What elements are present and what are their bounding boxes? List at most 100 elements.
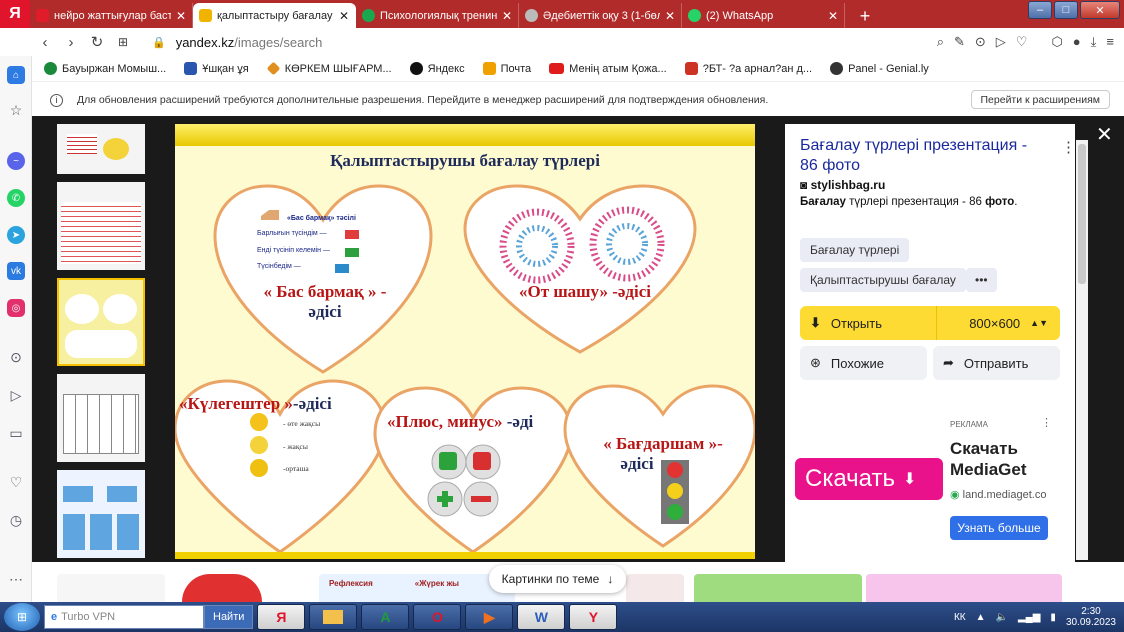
forward-icon[interactable]: › — [58, 34, 84, 51]
ad-image[interactable]: Скачать ⬇ — [795, 458, 943, 500]
edit-icon[interactable]: ✎ — [954, 34, 965, 50]
tray-arrow-icon[interactable]: ▲ — [976, 612, 986, 623]
tabs-grid-icon[interactable]: ⊞ — [110, 35, 136, 49]
ad-menu-icon[interactable]: ⋮ — [1041, 416, 1052, 429]
related-image-1[interactable] — [57, 574, 165, 602]
word-icon[interactable]: W — [517, 604, 566, 630]
telegram-icon[interactable]: ➤ — [7, 226, 25, 244]
source-link[interactable]: ◙ stylishbag.ru — [800, 178, 885, 192]
language-indicator[interactable]: КК — [954, 612, 966, 623]
play-icon[interactable]: ▷ — [996, 34, 1006, 50]
bookmark-5[interactable]: Почта — [482, 62, 531, 75]
advertisement[interactable]: РЕКЛАМА ⋮ Скачать MediaGet Скачать ⬇ ◉ la… — [795, 410, 1065, 544]
avatar-icon[interactable]: ● — [1073, 34, 1081, 50]
bookmark-8[interactable]: Panel - Genial.ly — [830, 62, 929, 75]
cube-icon[interactable]: ⬡ — [1051, 34, 1062, 50]
camera-icon[interactable]: ⊙ — [975, 34, 986, 50]
media-player-icon[interactable]: ▶ — [465, 604, 514, 630]
instagram-icon[interactable]: ◎ — [7, 299, 25, 317]
main-image[interactable]: Қалыптастырушы бағалау түрлері «Бас барм… — [175, 124, 755, 559]
close-icon[interactable]: ✕ — [176, 9, 186, 23]
tab-3[interactable]: Психологиялық тренингте✕ — [356, 3, 519, 28]
star-icon[interactable]: ☆ — [7, 101, 25, 119]
volume-icon[interactable]: 🔈 — [996, 612, 1008, 623]
arrow-down-icon: ↓ — [607, 572, 614, 586]
scrollbar[interactable] — [1076, 140, 1088, 560]
taskbar-search-button[interactable]: Найти — [204, 605, 254, 629]
file-explorer-icon[interactable] — [309, 604, 358, 630]
battery-icon[interactable]: ▮ — [1050, 612, 1056, 623]
related-image-4[interactable] — [626, 574, 684, 602]
music-play-icon[interactable]: ⊙ — [7, 348, 25, 366]
yandex-browser-icon[interactable]: Y — [569, 604, 618, 630]
url-field[interactable]: yandex.kz/images/search — [176, 35, 323, 50]
tab-4[interactable]: Әдебиеттік оқу 3 (1-бөлім✕ — [519, 3, 682, 28]
heart-icon[interactable]: ♡ — [1016, 34, 1028, 50]
size-selector[interactable]: 800×600 ▲▼ — [937, 316, 1060, 331]
thumbnail-1[interactable] — [57, 124, 145, 174]
app-a-icon[interactable]: A — [361, 604, 410, 630]
vk-icon[interactable]: vk — [7, 262, 25, 280]
home-icon[interactable]: ⌂ — [7, 66, 25, 84]
close-icon[interactable]: ✕ — [339, 9, 349, 23]
clock[interactable]: 2:30 30.09.2023 — [1066, 606, 1116, 628]
wallet-icon[interactable]: ▭ — [7, 424, 25, 442]
send-icon[interactable]: ▷ — [7, 386, 25, 404]
reload-icon[interactable]: ↻ — [84, 33, 110, 51]
thumbnail-4[interactable] — [57, 374, 145, 462]
ad-learn-more-button[interactable]: Узнать больше — [950, 516, 1048, 540]
close-window-icon[interactable]: ✕ — [1080, 1, 1120, 19]
related-images-button[interactable]: Картинки по теме ↓ — [489, 565, 626, 593]
bookmark-7[interactable]: ?БТ- ?а арнал?ан д... — [684, 62, 812, 75]
open-image-button[interactable]: ⬇ Открыть 800×600 ▲▼ — [800, 306, 1060, 340]
opera-icon[interactable]: O — [413, 604, 462, 630]
lock-icon[interactable]: 🔒 — [152, 36, 166, 49]
bookmark-3[interactable]: КӨРКЕМ ШЫҒАРМ... — [266, 61, 392, 76]
ad-title[interactable]: Скачать MediaGet — [950, 438, 1060, 480]
minimize-icon[interactable]: – — [1028, 1, 1052, 19]
tab-5[interactable]: (2) WhatsApp ✕ — [682, 3, 845, 28]
bookmark-4[interactable]: Яндекс — [409, 62, 465, 75]
bookmark-1[interactable]: Бауыржан Момыш... — [44, 62, 166, 75]
history-icon[interactable]: ◷ — [7, 511, 25, 529]
browser-logo[interactable]: Я — [0, 0, 30, 28]
similar-button[interactable]: ⊛ Похожие — [800, 346, 927, 380]
thumbnail-3-selected[interactable] — [57, 278, 145, 366]
download-icon[interactable]: ⤓ — [1091, 34, 1097, 50]
yandex-taskbar-icon[interactable]: Я — [257, 604, 306, 630]
go-to-extensions-button[interactable]: Перейти к расширениям — [970, 90, 1110, 109]
bookmark-6[interactable]: Менің атым Қожа... — [549, 63, 667, 75]
taskbar-search-field[interactable]: e Turbo VPN — [44, 605, 204, 629]
messenger-icon[interactable]: ~ — [7, 152, 25, 170]
tab-1[interactable]: нейро жаттығулар бастау ✕ — [30, 3, 193, 28]
start-button[interactable]: ⊞ — [4, 603, 40, 631]
close-icon[interactable]: ✕ — [828, 9, 838, 23]
back-icon[interactable]: ‹ — [32, 34, 58, 51]
search-icon[interactable]: ⌕ — [937, 34, 944, 50]
share-button[interactable]: ➦ Отправить — [933, 346, 1060, 380]
more-options-icon[interactable]: ⋮ — [1061, 138, 1076, 156]
image-title-link[interactable]: Бағалау түрлері презентация - 86 фото — [800, 136, 1040, 176]
related-image-5[interactable] — [694, 574, 862, 602]
close-viewer-icon[interactable]: ✕ — [1096, 122, 1113, 147]
network-icon[interactable]: ▂▄▆ — [1018, 612, 1040, 623]
tab-2[interactable]: қалыптастыру бағалау фо✕ — [193, 3, 356, 28]
more-tags-button[interactable]: ••• — [966, 268, 997, 292]
bookmark-2[interactable]: Ұшқан ұя — [184, 62, 249, 75]
menu-icon[interactable]: ≡ — [1106, 34, 1114, 50]
scrollbar-thumb[interactable] — [1078, 144, 1086, 284]
tag-1[interactable]: Бағалау түрлері — [800, 238, 910, 262]
related-image-3[interactable]: Рефлексия «Жүрек жы — [319, 574, 515, 602]
thumbnail-5[interactable] — [57, 470, 145, 558]
whatsapp-icon[interactable]: ✆ — [7, 189, 25, 207]
related-image-2[interactable] — [182, 574, 262, 602]
more-icon[interactable]: ⋯ — [7, 570, 25, 588]
favorites-icon[interactable]: ♡ — [7, 473, 25, 491]
new-tab-button[interactable]: + — [853, 4, 877, 28]
thumbnail-2[interactable] — [57, 182, 145, 270]
maximize-icon[interactable]: □ — [1054, 1, 1078, 19]
close-icon[interactable]: ✕ — [665, 9, 675, 23]
related-image-6[interactable] — [866, 574, 1062, 602]
tag-2[interactable]: Қалыптастырушы бағалау — [800, 268, 966, 292]
close-icon[interactable]: ✕ — [502, 9, 512, 23]
